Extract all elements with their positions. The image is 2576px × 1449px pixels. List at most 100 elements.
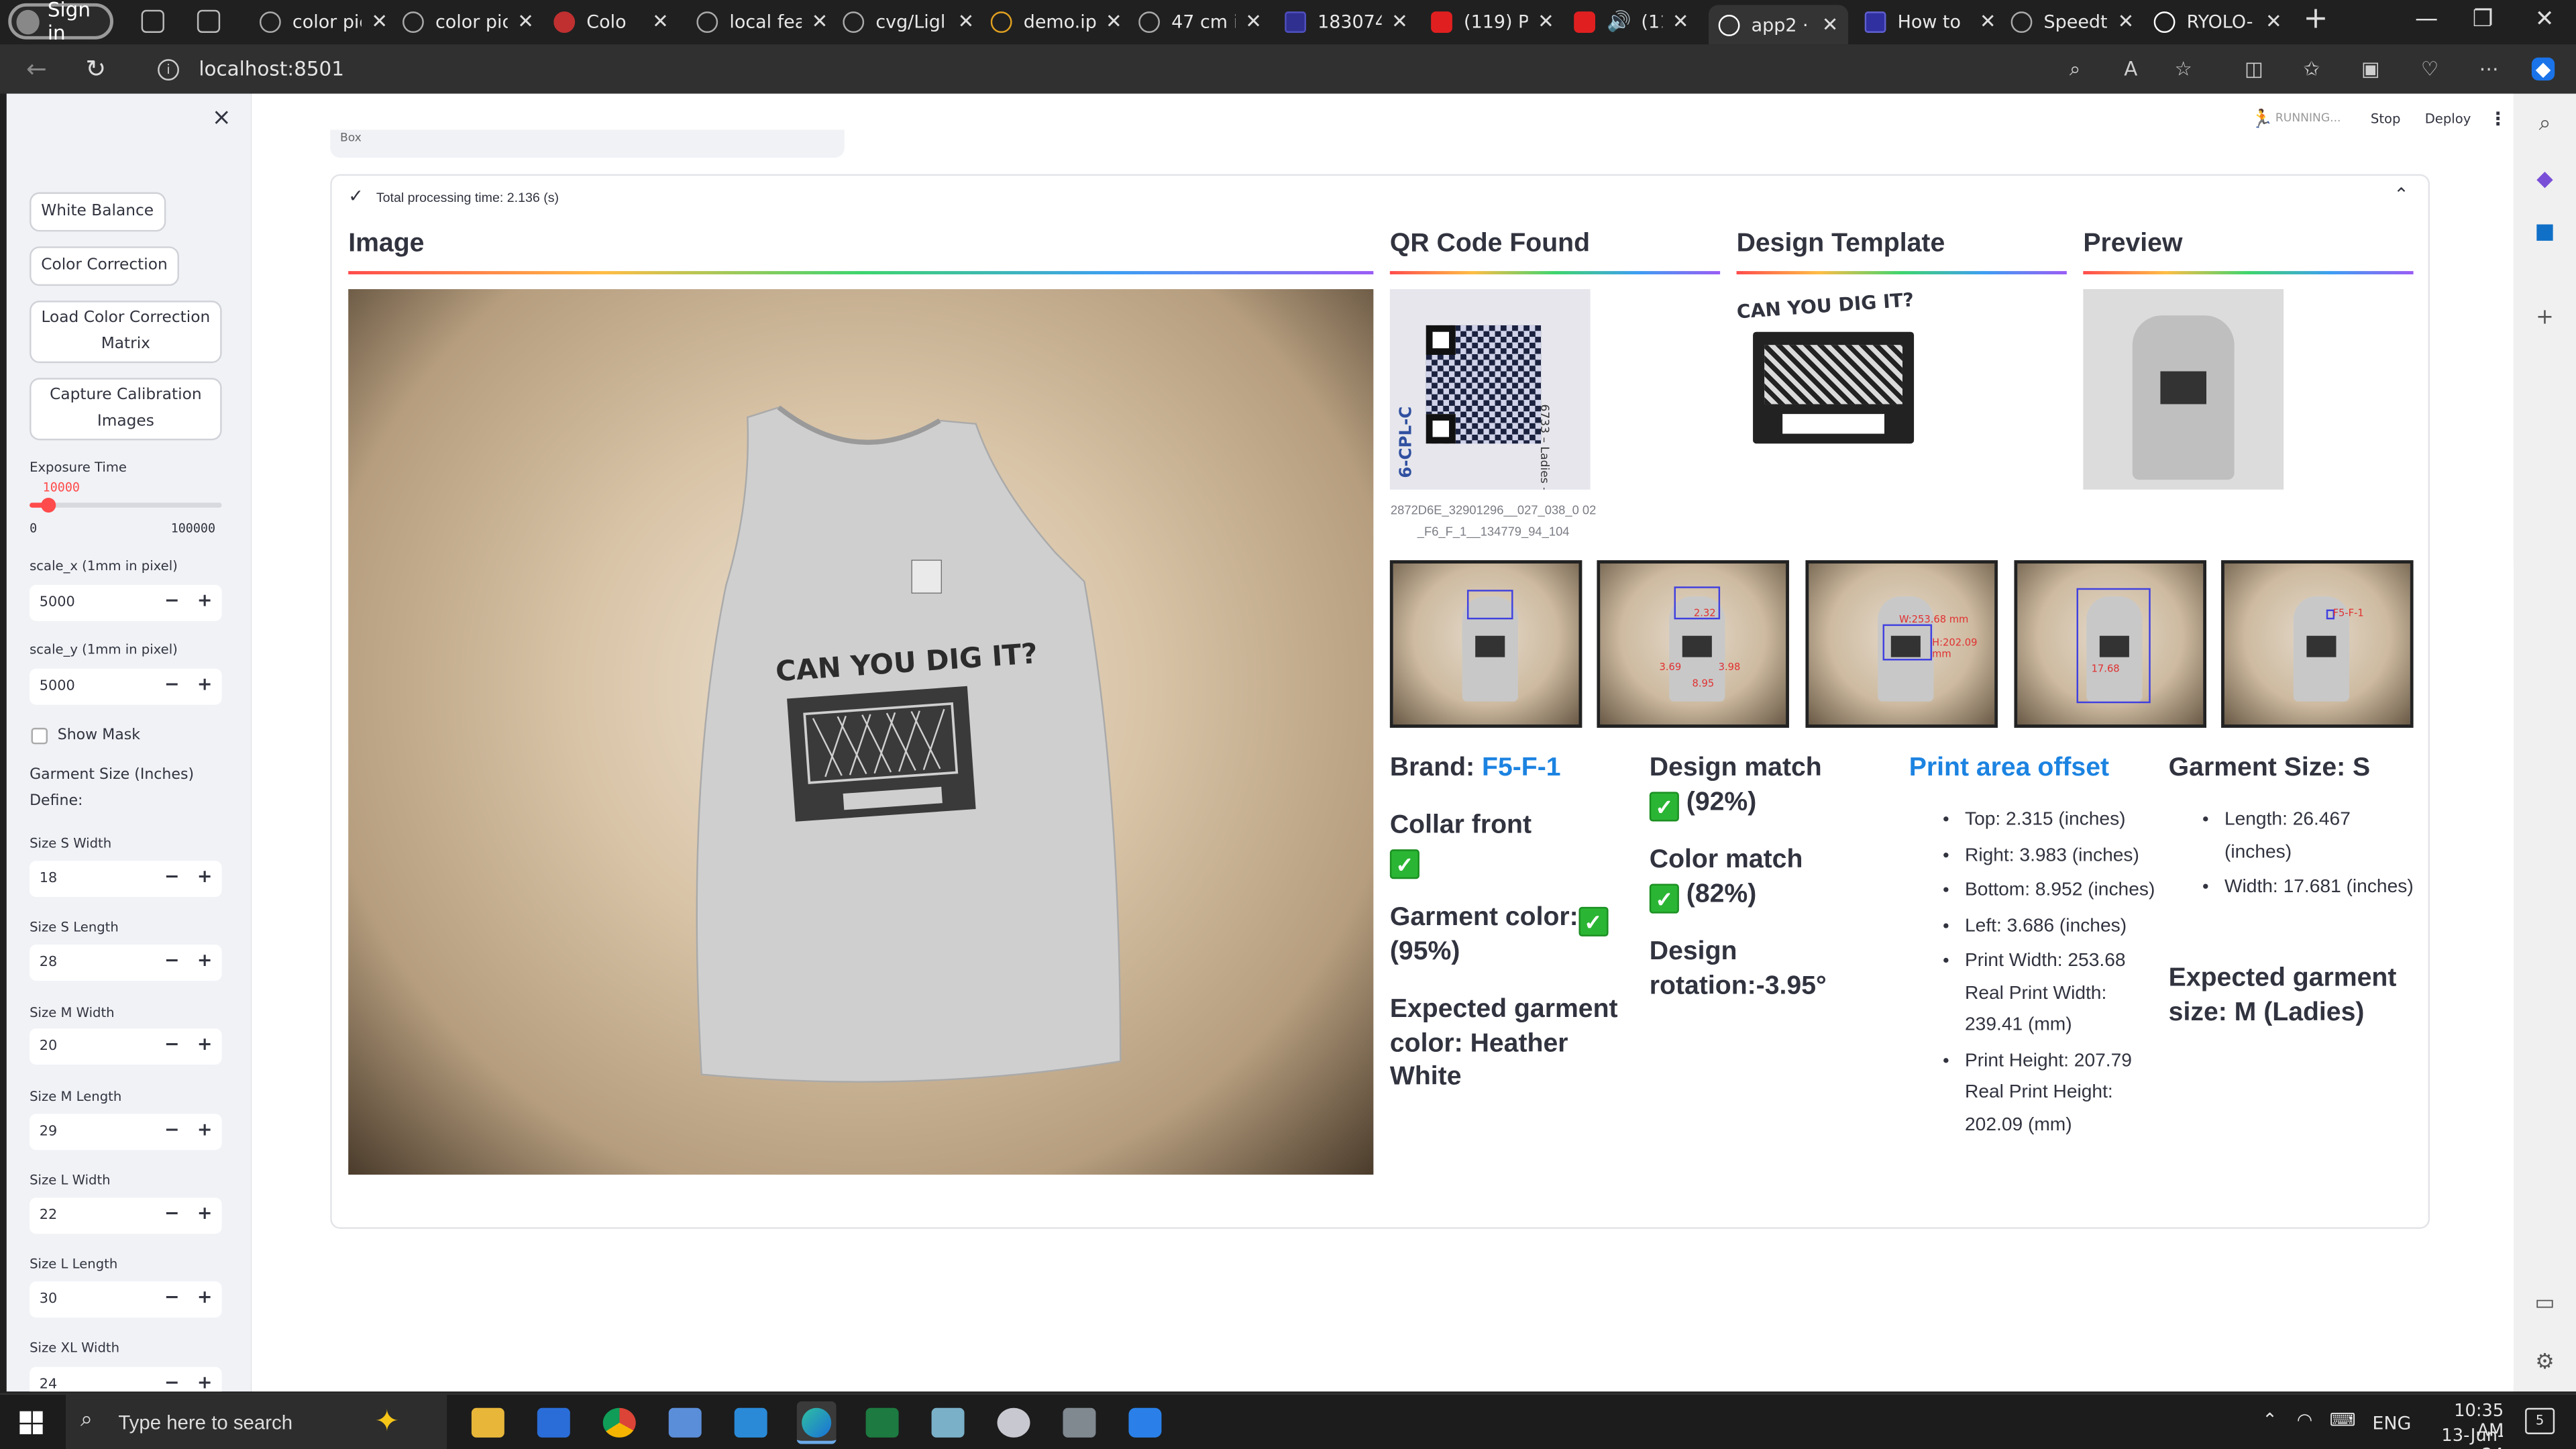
- start-button[interactable]: [19, 1411, 43, 1434]
- app-icon[interactable]: [1128, 1407, 1162, 1438]
- taskbar-date[interactable]: 13-Jun-24: [2428, 1426, 2504, 1449]
- show-mask-checkbox[interactable]: [31, 727, 48, 745]
- close-tab-icon[interactable]: ✕: [958, 10, 975, 33]
- calculator-icon[interactable]: [1063, 1407, 1096, 1438]
- load-color-correction-matrix-button[interactable]: Load Color Correction Matrix: [30, 301, 222, 364]
- close-tab-icon[interactable]: ✕: [1822, 13, 1839, 36]
- decrement-button[interactable]: −: [164, 1033, 180, 1055]
- size-l-width-input[interactable]: 22 − +: [30, 1197, 222, 1234]
- workspaces-icon[interactable]: [141, 9, 164, 33]
- app-icon[interactable]: [668, 1407, 702, 1438]
- audio-playing-icon[interactable]: 🔊: [1607, 10, 1631, 33]
- size-s-length-input[interactable]: 28 − +: [30, 945, 222, 981]
- size-m-width-input[interactable]: 20 − +: [30, 1028, 222, 1065]
- decrement-button[interactable]: −: [164, 590, 180, 611]
- back-icon[interactable]: ←: [26, 54, 47, 84]
- url-field[interactable]: i localhost:8501: [144, 49, 2215, 89]
- read-aloud-icon[interactable]: A: [2119, 58, 2142, 80]
- browser-tab[interactable]: (119) Pl ✕: [1431, 5, 1554, 38]
- browser-tab[interactable]: RYOLO- ✕: [2153, 5, 2282, 38]
- close-tab-icon[interactable]: ✕: [371, 10, 388, 33]
- close-tab-icon[interactable]: ✕: [2265, 10, 2282, 33]
- close-tab-icon[interactable]: ✕: [2118, 10, 2135, 33]
- deploy-button[interactable]: Deploy: [2425, 112, 2471, 127]
- increment-button[interactable]: +: [197, 1203, 213, 1224]
- size-xl-width-input[interactable]: 24 − +: [30, 1366, 222, 1392]
- increment-button[interactable]: +: [197, 674, 213, 695]
- favorites-icon[interactable]: ✩: [2300, 58, 2323, 80]
- browser-tab[interactable]: color pic ✕: [259, 5, 388, 38]
- app-icon[interactable]: [997, 1407, 1030, 1438]
- increment-button[interactable]: +: [197, 866, 213, 888]
- decrement-button[interactable]: −: [164, 950, 180, 971]
- more-menu-icon[interactable]: ⋯: [2477, 58, 2500, 80]
- size-m-length-input[interactable]: 29 − +: [30, 1114, 222, 1150]
- increment-button[interactable]: +: [197, 1119, 213, 1140]
- browser-tab[interactable]: 183074? ✕: [1285, 5, 1408, 38]
- stop-button[interactable]: Stop: [2371, 112, 2401, 127]
- increment-button[interactable]: +: [197, 950, 213, 971]
- restore-icon[interactable]: ❐: [2473, 7, 2493, 33]
- tray-chevron-icon[interactable]: ⌃: [2262, 1409, 2277, 1431]
- performance-icon[interactable]: ♡: [2418, 58, 2441, 80]
- capture-calibration-images-button[interactable]: Capture Calibration Images: [30, 378, 222, 441]
- new-tab-button[interactable]: +: [2303, 1, 2328, 36]
- browser-tab[interactable]: color pic ✕: [402, 5, 534, 38]
- browser-tab[interactable]: demo.ip ✕: [990, 5, 1122, 38]
- decrement-button[interactable]: −: [164, 1119, 180, 1140]
- outlook-icon[interactable]: ■: [2533, 221, 2556, 245]
- settings-gear-icon[interactable]: ⚙: [2533, 1351, 2556, 1375]
- browser-tab-active[interactable]: app2 · S ✕: [1708, 5, 1849, 45]
- decrement-button[interactable]: −: [164, 866, 180, 888]
- browser-tab[interactable]: Speedte ✕: [2010, 5, 2135, 38]
- browser-tab[interactable]: Colo ✕: [553, 5, 669, 38]
- exposure-slider-thumb[interactable]: [41, 498, 56, 513]
- main-menu-icon[interactable]: ⋮: [2489, 109, 2507, 130]
- browser-tab[interactable]: local fea ✕: [696, 5, 828, 38]
- close-window-icon[interactable]: ✕: [2535, 7, 2555, 33]
- increment-button[interactable]: +: [197, 590, 213, 611]
- copilot-sidebar-icon[interactable]: ◆: [2533, 168, 2556, 192]
- search-icon[interactable]: ⌕: [2533, 113, 2556, 136]
- vscode-icon[interactable]: [734, 1407, 767, 1438]
- size-s-width-input[interactable]: 18 − +: [30, 861, 222, 898]
- zoom-icon[interactable]: ⌕: [2063, 58, 2086, 80]
- store-icon[interactable]: [537, 1407, 570, 1438]
- app-icon[interactable]: [931, 1407, 965, 1438]
- tab-actions-icon[interactable]: [197, 9, 221, 33]
- decrement-button[interactable]: −: [164, 1203, 180, 1224]
- refresh-icon[interactable]: ↻: [85, 54, 106, 84]
- size-l-length-input[interactable]: 30 − +: [30, 1281, 222, 1318]
- decrement-button[interactable]: −: [164, 1372, 180, 1391]
- minimize-icon[interactable]: —: [2415, 7, 2438, 33]
- scale-x-input[interactable]: 5000 − +: [30, 584, 222, 621]
- white-balance-button[interactable]: White Balance: [30, 192, 166, 232]
- browser-tab[interactable]: 🔊 (11 ✕: [1574, 5, 1689, 38]
- taskbar-search-box[interactable]: ⌕ Type here to search ✦: [65, 1395, 447, 1449]
- increment-button[interactable]: +: [197, 1033, 213, 1055]
- site-info-icon[interactable]: i: [158, 58, 179, 80]
- sign-in-button[interactable]: Sign in: [8, 0, 113, 44]
- favorite-star-icon[interactable]: ☆: [2172, 58, 2195, 80]
- wifi-icon[interactable]: ◠: [2297, 1409, 2313, 1431]
- close-tab-icon[interactable]: ✕: [1980, 10, 1996, 33]
- close-tab-icon[interactable]: ✕: [1106, 10, 1122, 33]
- add-sidebar-app-icon[interactable]: +: [2533, 307, 2556, 330]
- decrement-button[interactable]: −: [164, 1287, 180, 1308]
- decrement-button[interactable]: −: [164, 674, 180, 695]
- close-tab-icon[interactable]: ✕: [1538, 10, 1554, 33]
- close-tab-icon[interactable]: ✕: [1245, 10, 1262, 33]
- browser-tab[interactable]: How to ✕: [1864, 5, 1996, 38]
- color-correction-button[interactable]: Color Correction: [30, 246, 179, 286]
- keyboard-icon[interactable]: ⌨: [2330, 1409, 2356, 1431]
- excel-icon[interactable]: [865, 1407, 899, 1438]
- sidebar-close-icon[interactable]: ×: [212, 105, 231, 131]
- increment-button[interactable]: +: [197, 1372, 213, 1391]
- edge-active-icon[interactable]: [796, 1401, 837, 1444]
- browser-tab[interactable]: 47 cm in ✕: [1138, 5, 1262, 38]
- close-tab-icon[interactable]: ✕: [1391, 10, 1408, 33]
- exposure-slider-track[interactable]: [30, 498, 222, 513]
- close-tab-icon[interactable]: ✕: [517, 10, 534, 33]
- scale-y-input[interactable]: 5000 − +: [30, 668, 222, 705]
- collections-icon[interactable]: ▣: [2359, 58, 2382, 80]
